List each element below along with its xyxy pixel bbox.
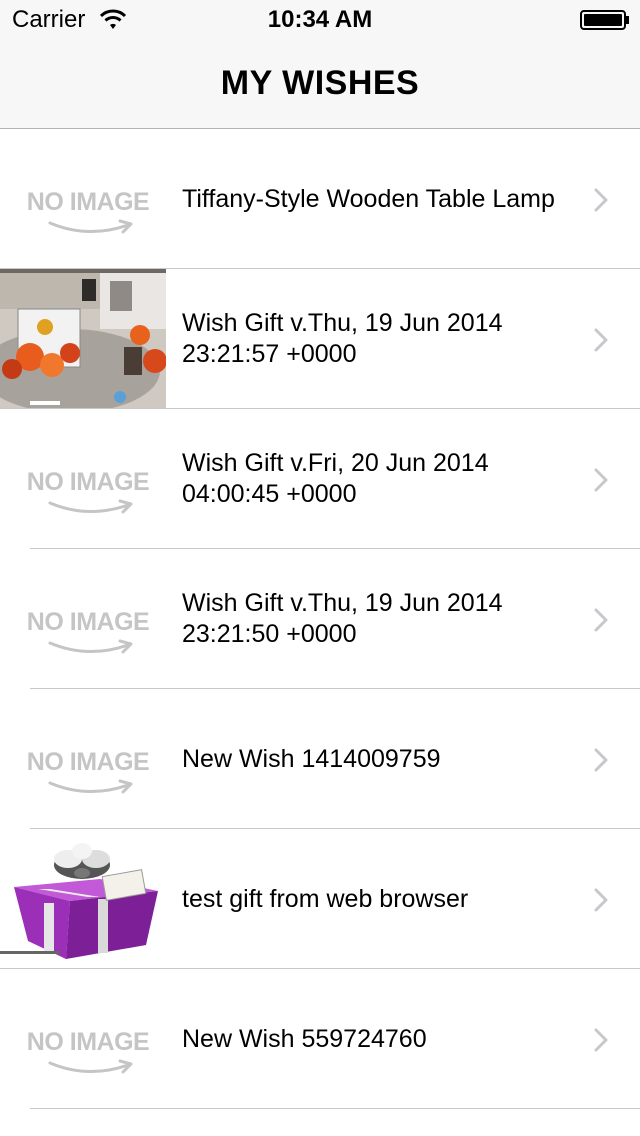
chevron-right-icon: [594, 188, 608, 212]
wish-list: NO IMAGE Tiffany-Style Wooden Table Lamp: [0, 129, 640, 1109]
page-title: MY WISHES: [220, 64, 420, 102]
gift-box-thumbnail: [0, 829, 166, 969]
chevron-right-icon: [594, 608, 608, 632]
chevron-right-icon: [594, 468, 608, 492]
no-image-label: NO IMAGE: [27, 608, 149, 636]
battery-icon: [580, 10, 629, 30]
wish-row[interactable]: NO IMAGE Tiffany-Style Wooden Table Lamp: [0, 129, 640, 269]
wish-title: New Wish 1414009759: [182, 744, 441, 773]
wish-row[interactable]: NO IMAGE New Wish 559724760: [0, 969, 640, 1109]
no-image-thumbnail: NO IMAGE: [0, 129, 166, 269]
row-divider: [30, 1108, 640, 1109]
status-time: 10:34 AM: [267, 6, 373, 33]
wish-title: Tiffany-Style Wooden Table Lamp: [182, 184, 555, 213]
chevron-right-icon: [594, 748, 608, 772]
wish-row[interactable]: Wish Gift v.Thu, 19 Jun 2014 23:21:57 +0…: [0, 269, 640, 409]
chevron-right-icon: [594, 328, 608, 352]
wish-title: test gift from web browser: [182, 884, 469, 913]
wish-row[interactable]: test gift from web browser: [0, 829, 640, 969]
wish-title: Wish Gift v.Thu, 19 Jun 2014 23:21:50 +0…: [182, 589, 503, 648]
wish-title: Wish Gift v.Thu, 19 Jun 2014 23:21:57 +0…: [182, 309, 503, 368]
wish-photo-thumbnail: [0, 269, 166, 409]
wish-row[interactable]: NO IMAGE New Wish 1414009759: [0, 689, 640, 829]
no-image-label: NO IMAGE: [27, 468, 149, 496]
no-image-thumbnail: NO IMAGE: [0, 969, 166, 1109]
no-image-label: NO IMAGE: [27, 1028, 149, 1056]
wish-title: New Wish 559724760: [182, 1024, 427, 1053]
no-image-label: NO IMAGE: [27, 748, 149, 776]
chevron-right-icon: [594, 888, 608, 912]
wish-title: Wish Gift v.Fri, 20 Jun 2014 04:00:45 +0…: [182, 449, 489, 508]
no-image-thumbnail: NO IMAGE: [0, 549, 166, 689]
wish-row[interactable]: NO IMAGE Wish Gift v.Thu, 19 Jun 2014 23…: [0, 549, 640, 689]
chevron-right-icon: [594, 1028, 608, 1052]
no-image-thumbnail: NO IMAGE: [0, 689, 166, 829]
wish-row[interactable]: NO IMAGE Wish Gift v.Fri, 20 Jun 2014 04…: [0, 409, 640, 549]
navigation-header: Carrier 10:34 AM MY WISHES: [0, 0, 640, 129]
no-image-thumbnail: NO IMAGE: [0, 409, 166, 549]
no-image-label: NO IMAGE: [27, 188, 149, 216]
status-bar: Carrier 10:34 AM: [0, 0, 640, 40]
